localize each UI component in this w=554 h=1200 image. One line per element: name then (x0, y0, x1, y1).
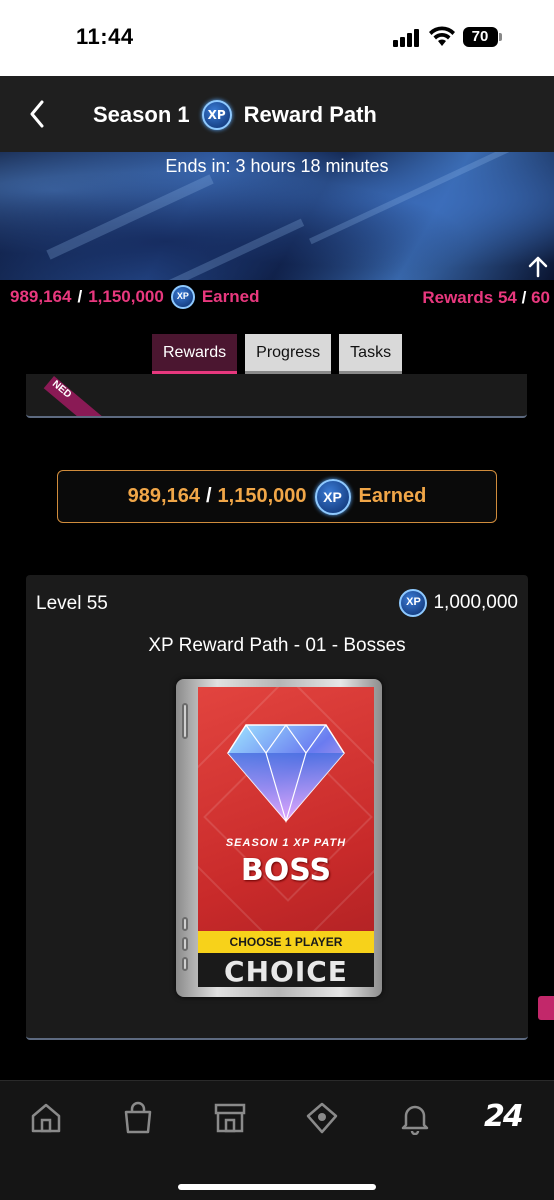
tab-bar: Rewards Progress Tasks (152, 334, 403, 374)
season-banner: Ends in: 3 hours 18 minutes (0, 152, 554, 280)
home-icon[interactable] (29, 1101, 63, 1135)
summary-current: 989,164 (127, 485, 200, 507)
level-xp-requirement: XP 1,000,000 (399, 589, 518, 617)
reward-level-card[interactable]: Level 55 XP 1,000,000 XP Reward Path - 0… (26, 575, 528, 1040)
level-xp-amount: 1,000,000 (433, 592, 518, 613)
pack-subtitle: SEASON 1 XP PATH (225, 837, 347, 849)
mlb-24-logo-icon[interactable]: 24 (484, 1099, 530, 1137)
pack-choose-banner: CHOOSE 1 PLAYER (198, 931, 374, 953)
reward-pack[interactable]: SEASON 1 XP PATH BOSS CHOOSE 1 PLAYER CH… (176, 679, 382, 997)
xp-progress-row: 989,164 / 1,150,000 XP Earned Rewards 54… (10, 285, 550, 315)
arrow-up-icon[interactable] (526, 254, 550, 278)
side-scroll-tab[interactable] (538, 996, 554, 1020)
level-label: Level 55 (36, 593, 108, 614)
status-bar: 11:44 70 (0, 0, 554, 76)
xp-separator: / (77, 287, 83, 306)
back-button[interactable] (22, 94, 52, 134)
pack-art: SEASON 1 XP PATH BOSS CHOOSE 1 PLAYER CH… (198, 687, 374, 987)
page-header: Season 1 XP Reward Path (0, 76, 554, 152)
rewards-current: 54 (497, 288, 517, 307)
xp-earned-label: Earned (201, 287, 260, 306)
tab-progress[interactable]: Progress (245, 334, 332, 374)
xp-icon: XP (314, 478, 351, 515)
home-indicator (178, 1184, 376, 1190)
xp-current: 989,164 (10, 287, 72, 306)
rewards-label: Rewards (422, 288, 494, 307)
rewards-total: 60 (531, 288, 550, 307)
xp-earned-summary: 989,164 / 1,150,000 XP Earned (57, 470, 497, 523)
reward-card-partial[interactable]: NED (26, 374, 527, 418)
bell-icon[interactable] (398, 1101, 432, 1135)
battery-level: 70 (471, 28, 489, 45)
summary-total: 1,150,000 (217, 485, 307, 507)
summary-earned-label: Earned (358, 485, 427, 507)
pack-choice-label: CHOICE (224, 955, 348, 987)
tab-rewards[interactable]: Rewards (152, 334, 238, 374)
baseball-diamond-icon[interactable] (305, 1101, 339, 1135)
store-icon[interactable] (213, 1101, 247, 1135)
cellular-signal-icon (393, 29, 423, 47)
rewards-separator: / (521, 288, 527, 307)
page-title: Season 1 XP Reward Path (93, 100, 377, 130)
title-season: Season 1 (93, 102, 190, 127)
summary-separator: / (205, 485, 212, 507)
battery-icon: 70 (463, 27, 502, 47)
diamond-icon (227, 723, 345, 823)
reward-title: XP Reward Path - 01 - Bosses (148, 635, 406, 656)
xp-icon: XP (201, 100, 232, 130)
wifi-icon (429, 26, 455, 46)
bottom-nav: 24 (0, 1080, 554, 1200)
xp-icon: XP (399, 589, 428, 617)
tab-tasks[interactable]: Tasks (339, 334, 403, 374)
status-time: 11:44 (76, 24, 134, 49)
claimed-ribbon: NED (43, 376, 116, 416)
title-reward-path: Reward Path (243, 102, 377, 127)
season-countdown: Ends in: 3 hours 18 minutes (165, 156, 389, 176)
xp-total: 1,150,000 (88, 287, 164, 306)
xp-icon: XP (170, 285, 195, 309)
pack-name: BOSS (240, 853, 332, 888)
shopping-bag-icon[interactable] (121, 1101, 155, 1135)
